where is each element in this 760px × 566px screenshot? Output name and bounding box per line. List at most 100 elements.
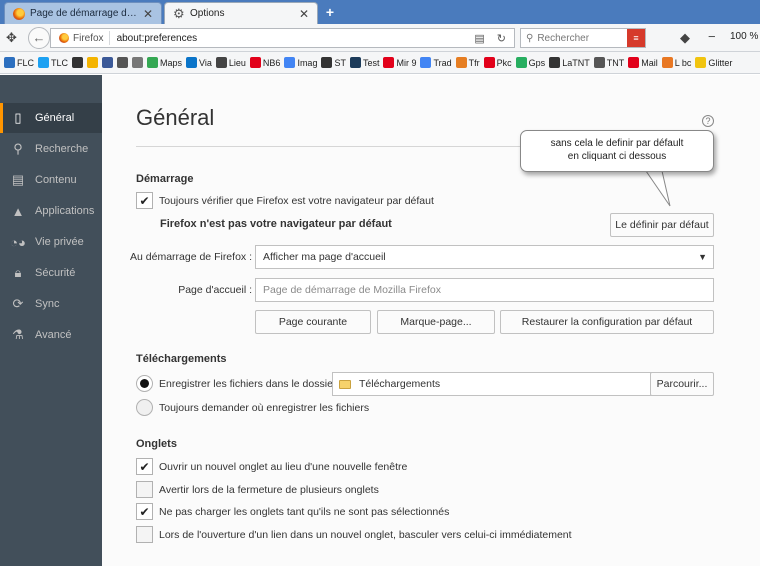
sidebar-item-label: Général bbox=[35, 112, 75, 124]
search-bar[interactable]: ⚲ Rechercher ≡ bbox=[520, 28, 646, 48]
warn-close-tabs-checkbox[interactable] bbox=[136, 481, 153, 498]
help-icon[interactable]: ? bbox=[702, 115, 714, 127]
bookmark-item[interactable] bbox=[72, 57, 84, 68]
bookmark-item[interactable]: TNT bbox=[593, 57, 625, 68]
sidebar-item-privacy[interactable]: ◔◕ Vie privée bbox=[0, 227, 102, 257]
browse-button[interactable]: Parcourir... bbox=[650, 372, 714, 396]
sidebar-item-applications[interactable]: ▲ Applications bbox=[0, 196, 102, 226]
always-ask-radio[interactable] bbox=[136, 399, 153, 416]
tab-option-label: Avertir lors de la fermeture de plusieur… bbox=[159, 483, 379, 496]
site-identity[interactable]: Firefox bbox=[51, 31, 110, 45]
folder-icon bbox=[339, 379, 351, 389]
bookmark-item[interactable] bbox=[87, 57, 99, 68]
close-tab-icon[interactable]: ✕ bbox=[143, 7, 153, 21]
url-bar[interactable]: Firefox about:preferences ▤ ↻ bbox=[50, 28, 515, 48]
applications-icon: ▲ bbox=[11, 203, 25, 219]
reload-icon[interactable]: ↻ bbox=[497, 32, 506, 45]
bookmark-label: ST bbox=[334, 57, 346, 68]
on-startup-label: Au démarrage de Firefox : bbox=[130, 251, 252, 263]
bookmark-item[interactable]: Gps bbox=[515, 57, 546, 68]
bookmark-favicon-icon bbox=[215, 57, 227, 68]
bookmark-item[interactable]: ST bbox=[321, 57, 346, 68]
switch-to-new-tab-checkbox[interactable] bbox=[136, 526, 153, 543]
sidebar-item-content[interactable]: ▤ Contenu bbox=[0, 165, 102, 195]
bookmark-item[interactable] bbox=[132, 57, 144, 68]
save-to-folder-radio[interactable] bbox=[136, 375, 153, 392]
sidebar-item-general[interactable]: ▯ Général bbox=[0, 103, 102, 133]
tab-option-row[interactable]: ✔ Ouvrir un nouvel onglet au lieu d'une … bbox=[136, 458, 407, 475]
sidebar-item-security[interactable]: 🔒︎ Sécurité bbox=[0, 258, 102, 288]
back-button[interactable]: ← bbox=[28, 27, 50, 49]
bookmark-item[interactable]: Tfr bbox=[455, 57, 480, 68]
search-icon: ⚲ bbox=[13, 141, 23, 156]
tab-options[interactable]: ⚙ Options ✕ bbox=[164, 2, 318, 24]
tab-option-row[interactable]: Avertir lors de la fermeture de plusieur… bbox=[136, 481, 379, 498]
tab-option-label: Ne pas charger les onglets tant qu'ils n… bbox=[159, 505, 450, 518]
use-bookmark-button[interactable]: Marque-page... bbox=[377, 310, 495, 334]
close-tab-icon[interactable]: ✕ bbox=[299, 7, 309, 21]
url-text[interactable]: about:preferences bbox=[110, 33, 475, 44]
dont-load-tabs-checkbox[interactable]: ✔ bbox=[136, 503, 153, 520]
zoom-level[interactable]: 100 % bbox=[730, 31, 758, 42]
search-engine-icon[interactable]: ≡ bbox=[627, 29, 645, 47]
tab-option-row[interactable]: Lors de l'ouverture d'un lien dans un no… bbox=[136, 526, 572, 543]
check-default-browser-row[interactable]: ✔ Toujours vérifier que Firefox est votr… bbox=[136, 192, 434, 209]
use-current-page-button[interactable]: Page courante bbox=[255, 310, 371, 334]
tab-option-row[interactable]: ✔ Ne pas charger les onglets tant qu'ils… bbox=[136, 503, 449, 520]
bookmark-favicon-icon bbox=[284, 57, 296, 68]
tab-mozilla-start-page[interactable]: Page de démarrage de Mozilla Fi... ✕ bbox=[4, 2, 162, 24]
tab-title: Page de démarrage de Mozilla Fi... bbox=[30, 8, 139, 19]
bookmark-favicon-icon bbox=[349, 57, 361, 68]
bookmark-item[interactable]: FLC bbox=[4, 57, 34, 68]
homepage-input[interactable]: Page de démarrage de Mozilla Firefox bbox=[255, 278, 714, 302]
on-startup-value: Afficher ma page d'accueil bbox=[263, 251, 386, 263]
bookmark-item[interactable] bbox=[117, 57, 129, 68]
bookmark-item[interactable]: Glitter bbox=[695, 57, 732, 68]
annotation-callout: sans cela le definir par défault en cliq… bbox=[520, 130, 714, 172]
bookmark-item[interactable]: Lieu bbox=[215, 57, 246, 68]
pocket-icon[interactable]: ◆ bbox=[680, 30, 690, 46]
bookmark-item[interactable]: NB6 bbox=[249, 57, 280, 68]
chevron-down-icon: ▼ bbox=[698, 252, 707, 262]
save-to-folder-row[interactable]: Enregistrer les fichiers dans le dossier bbox=[136, 375, 336, 392]
make-default-button[interactable]: Le définir par défaut bbox=[610, 213, 714, 237]
bookmark-item[interactable]: Mir 9 bbox=[383, 57, 416, 68]
bookmark-item[interactable]: Imag bbox=[284, 57, 317, 68]
open-new-tab-checkbox[interactable]: ✔ bbox=[136, 458, 153, 475]
bookmark-favicon-icon bbox=[72, 57, 84, 68]
new-tab-button[interactable]: + bbox=[322, 5, 338, 19]
always-ask-label: Toujours demander où enregistrer les fic… bbox=[159, 401, 370, 414]
bookmark-favicon-icon bbox=[147, 57, 159, 68]
on-startup-select[interactable]: Afficher ma page d'accueil ▼ bbox=[255, 245, 714, 269]
bookmark-item[interactable]: Maps bbox=[147, 57, 182, 68]
bookmark-item[interactable]: Test bbox=[349, 57, 379, 68]
bookmark-item[interactable]: Trad bbox=[420, 57, 452, 68]
bookmark-item[interactable] bbox=[102, 57, 114, 68]
bookmark-label: Via bbox=[199, 57, 212, 68]
sidebar-item-sync[interactable]: ⟳ Sync bbox=[0, 289, 102, 319]
bookmark-favicon-icon bbox=[661, 57, 673, 68]
bookmark-item[interactable]: L bc bbox=[661, 57, 692, 68]
sidebar-item-search[interactable]: ⚲ Recherche bbox=[0, 134, 102, 164]
reader-view-icon[interactable]: ▤ bbox=[474, 32, 484, 45]
check-default-browser-checkbox[interactable]: ✔ bbox=[136, 192, 153, 209]
bookmark-label: Gps bbox=[528, 57, 546, 68]
identity-label: Firefox bbox=[73, 32, 104, 44]
bookmark-item[interactable]: Via bbox=[186, 57, 212, 68]
bookmark-item[interactable]: TLC bbox=[38, 57, 68, 68]
sidebar-item-label: Recherche bbox=[35, 143, 89, 155]
restore-default-button[interactable]: Restaurer la configuration par défaut bbox=[500, 310, 714, 334]
bookmark-label: L bc bbox=[674, 57, 692, 68]
bookmark-label: TNT bbox=[606, 57, 625, 68]
sidebar-item-advanced[interactable]: ⚗ Avancé bbox=[0, 320, 102, 350]
zoom-out-button[interactable]: − bbox=[708, 29, 716, 44]
tab-strip: Page de démarrage de Mozilla Fi... ✕ ⚙ O… bbox=[0, 0, 760, 24]
bookmark-favicon-icon bbox=[249, 57, 261, 68]
bookmark-label: Lieu bbox=[228, 57, 246, 68]
bookmark-item[interactable]: LaTNT bbox=[549, 57, 590, 68]
not-default-browser-text: Firefox n'est pas votre navigateur par d… bbox=[160, 218, 392, 230]
move-icon[interactable]: ✥ bbox=[6, 30, 17, 46]
bookmark-item[interactable]: Pkc bbox=[483, 57, 512, 68]
always-ask-row[interactable]: Toujours demander où enregistrer les fic… bbox=[136, 399, 369, 416]
bookmark-item[interactable]: Mail bbox=[628, 57, 658, 68]
